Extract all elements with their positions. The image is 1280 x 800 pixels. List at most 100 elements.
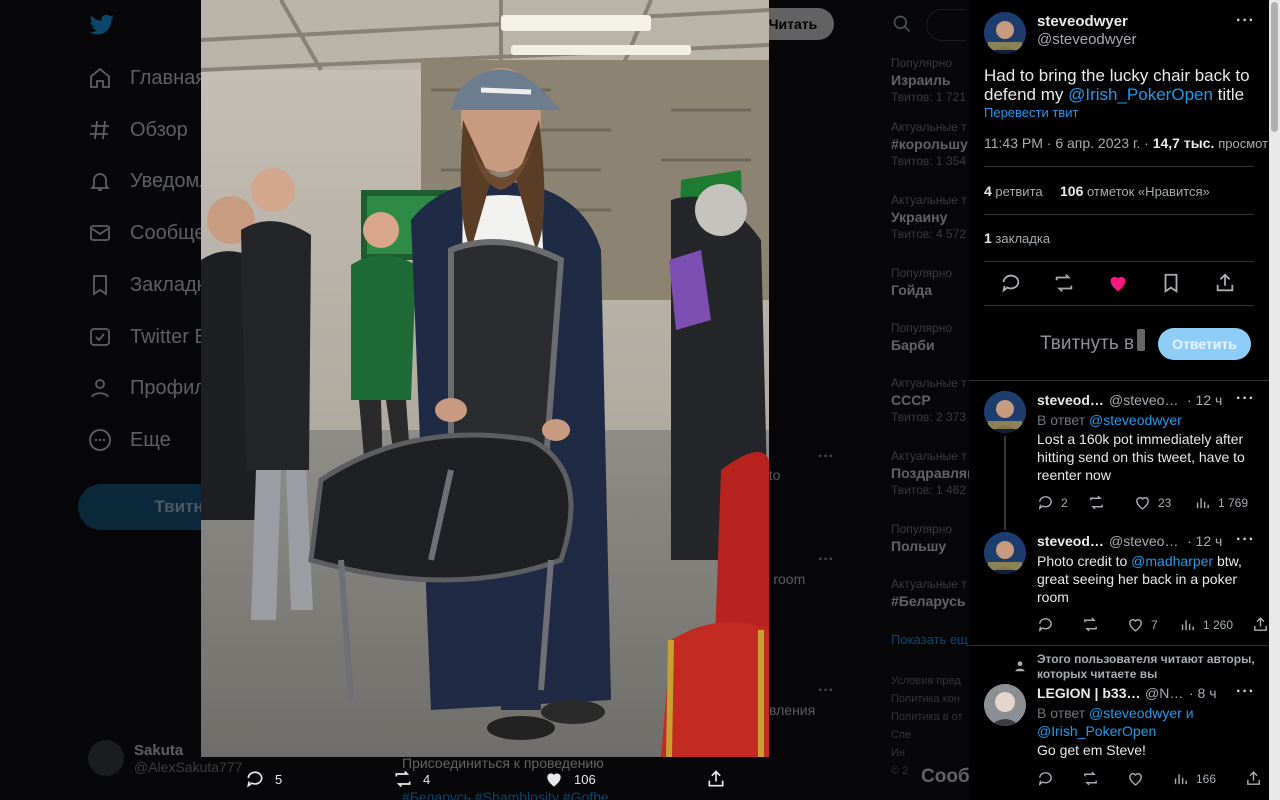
- bookmarks-stat[interactable]: 1 закладка: [984, 230, 1050, 246]
- retweets-stat[interactable]: 4 ретвита: [984, 183, 1043, 199]
- footer-link[interactable]: Ин: [891, 744, 969, 762]
- nav-item-more[interactable]: Еще: [88, 420, 171, 460]
- trend-item[interactable]: Популярно Гойда: [891, 266, 969, 321]
- reply-context-prefix: В ответ: [1037, 412, 1090, 428]
- trend-name: Польшу: [891, 538, 947, 554]
- author-handle[interactable]: @steveodwyer: [1037, 31, 1136, 48]
- nav-item-bookmarks[interactable]: Закладк: [88, 265, 205, 305]
- author-avatar[interactable]: [984, 12, 1026, 54]
- bookmark-icon: [93, 275, 107, 296]
- blue-icon: [90, 328, 110, 346]
- person-icon: [1015, 661, 1025, 672]
- tweet-timestamp[interactable]: 11:43 PM · 6 апр. 2023 г. ·: [984, 135, 1149, 151]
- footer-link[interactable]: Спе: [891, 726, 969, 744]
- tweet-meta: 11:43 PM · 6 апр. 2023 г. · 14,7 тыс. пр…: [984, 135, 1269, 151]
- nav-item-notifications[interactable]: Уведомл: [88, 161, 211, 201]
- likes-label: отметок «Нравится»: [1086, 184, 1210, 199]
- footer-link[interactable]: Условия пред: [891, 672, 969, 690]
- reply-button[interactable]: [1037, 770, 1061, 787]
- show-more-link[interactable]: Показать ещ: [891, 632, 969, 672]
- retweet-button[interactable]: [1082, 616, 1106, 633]
- retweet-button[interactable]: [1088, 494, 1112, 511]
- retweet-icon[interactable]: [1053, 272, 1075, 294]
- reply-submit-button[interactable]: Ответить: [1158, 328, 1251, 360]
- divider: [984, 214, 1254, 215]
- reply-avatar[interactable]: [984, 532, 1026, 574]
- trend-context: Актуальные т: [891, 193, 967, 207]
- views-button[interactable]: 1 769: [1194, 494, 1248, 511]
- share-button[interactable]: [1245, 770, 1262, 787]
- share-button[interactable]: [1252, 616, 1269, 633]
- mention-link[interactable]: @Irish_PokerOpen: [1068, 85, 1213, 104]
- more-icon[interactable]: ···: [818, 551, 834, 569]
- footer-link[interactable]: Политика кон: [891, 690, 969, 708]
- nav-item-twitter-blue[interactable]: Twitter B: [88, 317, 208, 357]
- reply-button[interactable]: [1037, 616, 1061, 633]
- author-name[interactable]: steveodwyer: [1037, 13, 1128, 30]
- reply-avatar[interactable]: [984, 684, 1026, 726]
- search-input[interactable]: [926, 9, 966, 41]
- like-button[interactable]: [1127, 770, 1151, 787]
- reply-text: Photo credit to @madharper btw, great se…: [1037, 552, 1252, 606]
- like-button[interactable]: 23: [1134, 494, 1171, 511]
- trend-count: Твитов: 1 354: [891, 154, 966, 168]
- twitter-logo-icon[interactable]: [88, 12, 116, 38]
- trend-item[interactable]: Актуальные т #корольшу Твитов: 1 354: [891, 120, 969, 193]
- trend-item[interactable]: Популярно Барби: [891, 321, 969, 376]
- media-retweet-button[interactable]: 4: [393, 769, 430, 789]
- reply-author-handle[interactable]: @steveodwyer: [1109, 392, 1183, 408]
- footer-link[interactable]: Политика в от: [891, 708, 969, 726]
- trend-context: Актуальные т: [891, 577, 967, 591]
- reply-button[interactable]: 2: [1037, 494, 1068, 511]
- more-icon[interactable]: ···: [818, 682, 834, 700]
- trend-item[interactable]: Актуальные т Поздравляю Твитов: 1 462: [891, 449, 969, 522]
- bookmark-icon[interactable]: [1160, 272, 1182, 294]
- scrollbar[interactable]: [1269, 0, 1280, 800]
- reply-input[interactable]: Твитнуть в: [1040, 333, 1134, 355]
- media-action-bar: 5 4 106: [240, 762, 740, 796]
- retweet-button[interactable]: [1082, 770, 1106, 787]
- more-options-icon[interactable]: ···: [1236, 531, 1255, 549]
- trend-item[interactable]: Актуальные т #Беларусь: [891, 577, 969, 632]
- reply-author-handle[interactable]: @steveodwyer: [1109, 533, 1183, 549]
- translate-link[interactable]: Перевести твит: [984, 105, 1078, 120]
- reply-author-name[interactable]: steveodwyer: [1037, 533, 1105, 549]
- nav-item-home[interactable]: Главная: [88, 58, 206, 98]
- trend-count: Твитов: 1 721: [891, 90, 966, 104]
- nav-item-profile[interactable]: Профиль: [88, 368, 216, 408]
- likes-stat[interactable]: 106 отметок «Нравится»: [1060, 183, 1210, 199]
- trend-item[interactable]: Популярно Израиль Твитов: 1 721: [891, 56, 969, 120]
- views-button[interactable]: 1 260: [1179, 616, 1233, 633]
- mention-link[interactable]: @madharper: [1131, 553, 1213, 569]
- reply-time[interactable]: · 8 ч: [1189, 685, 1217, 701]
- more-options-icon[interactable]: ···: [1236, 390, 1255, 408]
- trend-item[interactable]: Популярно Польшу: [891, 522, 969, 577]
- more-options-icon[interactable]: ···: [1236, 12, 1255, 30]
- more-options-icon[interactable]: ···: [1236, 683, 1255, 701]
- reply-author-name[interactable]: LEGION | b33n...: [1037, 685, 1141, 701]
- scrollbar-thumb[interactable]: [1271, 2, 1278, 132]
- reply-author-name[interactable]: steveodwyer: [1037, 392, 1105, 408]
- like-button[interactable]: 7: [1127, 616, 1158, 633]
- nav-item-messages[interactable]: Сообще: [88, 213, 206, 253]
- retweets-label: ретвита: [995, 184, 1043, 199]
- trend-item[interactable]: Актуальные т Украину Твитов: 4 572: [891, 193, 969, 266]
- reply-author-handle[interactable]: @NFT...: [1145, 685, 1185, 701]
- reply-time[interactable]: · 12 ч: [1187, 392, 1222, 408]
- heart-filled-icon[interactable]: [1107, 272, 1129, 294]
- views-button[interactable]: 166: [1172, 770, 1216, 787]
- search-icon[interactable]: [892, 14, 912, 34]
- more-icon[interactable]: ···: [818, 448, 834, 466]
- trend-item[interactable]: Актуальные т СССР Твитов: 2 373: [891, 376, 969, 449]
- media-reply-button[interactable]: 5: [245, 769, 282, 789]
- media-share-button[interactable]: [706, 769, 726, 789]
- media-like-button[interactable]: 106: [544, 769, 596, 789]
- heart-icon: [1129, 619, 1142, 632]
- bookmarks-count: 1: [984, 230, 992, 246]
- reply-time[interactable]: · 12 ч: [1187, 533, 1222, 549]
- reply-avatar[interactable]: [984, 391, 1026, 433]
- mention-link[interactable]: @steveodwyer: [1089, 412, 1182, 428]
- reply-icon[interactable]: [1000, 272, 1022, 294]
- nav-item-explore[interactable]: Обзор: [88, 110, 188, 150]
- share-icon[interactable]: [1214, 272, 1236, 294]
